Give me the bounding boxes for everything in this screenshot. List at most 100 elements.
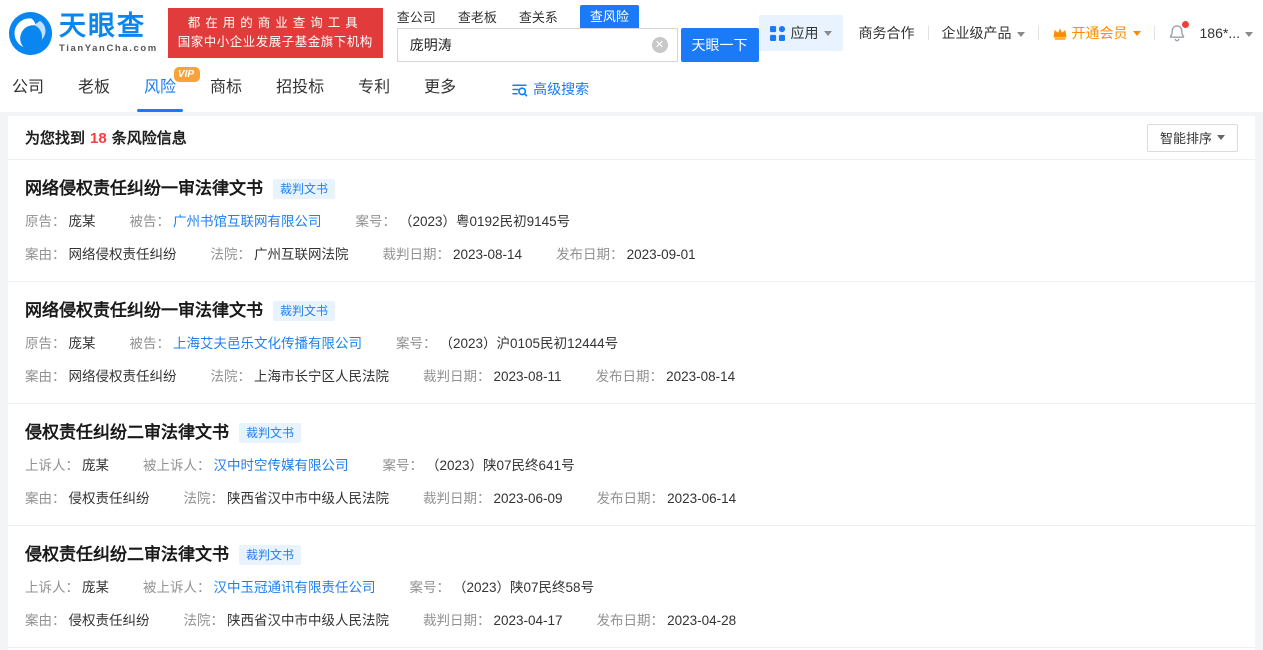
notification-dot: [1181, 21, 1189, 28]
account-phone: 186*...: [1199, 25, 1240, 41]
judgment-date-value: 2023-08-11: [493, 369, 562, 384]
judgment-date-label: 裁判日期：: [423, 491, 491, 506]
tianyancha-logo[interactable]: 天眼查 TianYanCha.com: [8, 11, 158, 56]
cause-value: 侵权责任纠纷: [68, 491, 150, 506]
publish-date-value: 2023-08-14: [666, 369, 736, 384]
nav-tab-trademark[interactable]: 商标: [210, 66, 242, 112]
advanced-search-label: 高级搜索: [533, 81, 590, 97]
card-meta-row: 案由： 侵权责任纠纷 法院： 陕西省汉中市中级人民法院 裁判日期： 2023-0…: [25, 612, 1238, 629]
case-number-label: 案号：: [355, 214, 397, 229]
promo-banner-line2: 国家中小企业发展子基金旗下机构: [177, 35, 373, 49]
publish-date-label: 发布日期：: [595, 369, 664, 384]
clear-input-icon[interactable]: ✕: [651, 36, 668, 53]
chevron-down-icon: [823, 30, 832, 36]
risk-card: 网络侵权责任纠纷一审法律文书 裁判文书 原告： 庞某 被告： 上海艾夫邑乐文化传…: [8, 282, 1255, 404]
search-tab-risk[interactable]: 查风险: [579, 4, 639, 28]
card-parties-row: 上诉人： 庞某 被上诉人： 汉中时空传媒有限公司 案号： （2023）陕07民终…: [25, 457, 1238, 474]
nav-tab-patent[interactable]: 专利: [358, 66, 390, 112]
court-value: 广州互联网法院: [254, 247, 349, 262]
case-number-pair: 案号： （2023）陕07民终58号: [410, 579, 595, 596]
court-value: 上海市长宁区人民法院: [254, 369, 389, 384]
court-value: 陕西省汉中市中级人民法院: [227, 613, 389, 628]
court-label: 法院：: [210, 369, 252, 384]
court-pair: 法院： 陕西省汉中市中级人民法院: [184, 612, 390, 629]
search-tab-boss[interactable]: 查老板: [458, 7, 497, 28]
defendant-label: 被告：: [129, 336, 171, 351]
top-header: 天眼查 TianYanCha.com 都在用的商业查询工具 国家中小企业发展子基…: [0, 0, 1263, 66]
plaintiff-pair: 上诉人： 庞某: [25, 579, 109, 596]
search-button[interactable]: 天眼一下: [680, 27, 759, 62]
results-count: 18: [90, 130, 107, 147]
case-number-value: （2023）陕07民终641号: [426, 458, 575, 473]
defendant-pair: 被告： 广州书馆互联网有限公司: [130, 213, 322, 230]
divider: [927, 26, 929, 40]
category-nav: 公司 老板 风险 VIP 商标 招投标 专利 更多 高级搜索: [0, 66, 1263, 112]
card-title[interactable]: 侵权责任纠纷二审法律文书: [25, 544, 229, 566]
publish-date-pair: 发布日期： 2023-04-28: [597, 612, 737, 629]
defendant-pair: 被上诉人： 汉中玉冠通讯有限责任公司: [143, 579, 376, 596]
apps-menu[interactable]: 应用: [758, 15, 843, 51]
plaintiff-value: 庞某: [68, 214, 96, 229]
business-cooperation-link[interactable]: 商务合作: [859, 23, 915, 43]
publish-date-label: 发布日期：: [596, 491, 665, 506]
account-menu[interactable]: 186*...: [1200, 25, 1253, 41]
court-pair: 法院： 陕西省汉中市中级人民法院: [184, 490, 390, 507]
nav-tab-risk[interactable]: 风险 VIP: [137, 66, 201, 112]
cause-value: 网络侵权责任纠纷: [68, 247, 177, 262]
open-vip-menu[interactable]: 开通会员: [1052, 23, 1141, 43]
publish-date-label: 发布日期：: [556, 247, 624, 262]
divider: [1153, 26, 1155, 40]
nav-tab-more[interactable]: 更多: [424, 66, 456, 112]
judgment-date-pair: 裁判日期： 2023-08-14: [383, 246, 523, 263]
defendant-company-link[interactable]: 汉中时空传媒有限公司: [214, 457, 349, 474]
card-parties-row: 原告： 庞某 被告： 上海艾夫邑乐文化传播有限公司 案号： （2023）沪010…: [25, 335, 1238, 352]
nav-tab-company[interactable]: 公司: [12, 66, 44, 112]
logo-title: 天眼查: [59, 10, 146, 41]
cause-label: 案由：: [25, 613, 66, 628]
cause-pair: 案由： 侵权责任纠纷: [25, 490, 150, 507]
plaintiff-value: 庞某: [68, 336, 96, 351]
defendant-company-link[interactable]: 广州书馆互联网有限公司: [173, 213, 322, 230]
smart-sort-dropdown[interactable]: 智能排序: [1146, 123, 1238, 152]
publish-date-value: 2023-09-01: [626, 247, 696, 262]
defendant-company-link[interactable]: 汉中玉冠通讯有限责任公司: [214, 579, 376, 596]
cause-pair: 案由： 网络侵权责任纠纷: [25, 246, 177, 263]
judgment-date-value: 2023-04-17: [493, 613, 563, 628]
plaintiff-pair: 上诉人： 庞某: [25, 457, 109, 474]
card-meta-row: 案由： 侵权责任纠纷 法院： 陕西省汉中市中级人民法院 裁判日期： 2023-0…: [25, 490, 1238, 507]
advanced-search-link[interactable]: 高级搜索: [511, 79, 589, 99]
search-tab-relation[interactable]: 查关系: [519, 7, 558, 28]
vip-badge: VIP: [173, 67, 201, 82]
logo-subtitle: TianYanCha.com: [59, 42, 158, 54]
judgment-date-label: 裁判日期：: [382, 247, 451, 262]
case-number-value: （2023）沪0105民初12444号: [439, 336, 619, 351]
enterprise-products-menu[interactable]: 企业级产品: [942, 23, 1025, 43]
search-tab-company[interactable]: 查公司: [397, 7, 436, 28]
cause-label: 案由：: [25, 491, 66, 506]
card-parties-row: 原告： 庞某 被告： 广州书馆互联网有限公司 案号： （2023）粤0192民初…: [25, 213, 1238, 230]
court-label: 法院：: [183, 613, 225, 628]
card-title[interactable]: 侵权责任纠纷二审法律文书: [25, 422, 229, 444]
card-title[interactable]: 网络侵权责任纠纷一审法律文书: [25, 178, 263, 200]
publish-date-pair: 发布日期： 2023-06-14: [597, 490, 737, 507]
search-area: 查公司 查老板 查关系 查风险 ✕ 天眼一下: [396, 4, 759, 62]
notifications-bell[interactable]: [1168, 21, 1189, 42]
card-title[interactable]: 网络侵权责任纠纷一审法律文书: [25, 300, 263, 322]
case-number-value: （2023）陕07民终58号: [453, 580, 595, 595]
court-pair: 法院： 广州互联网法院: [211, 246, 349, 263]
judgment-doc-badge: 裁判文书: [239, 544, 302, 566]
case-number-label: 案号：: [396, 336, 437, 351]
defendant-label: 被告：: [129, 214, 171, 229]
plaintiff-label: 上诉人：: [25, 580, 79, 595]
judgment-date-pair: 裁判日期： 2023-06-09: [423, 490, 563, 507]
plaintiff-value: 庞某: [82, 580, 109, 595]
defendant-label: 被上诉人：: [143, 580, 211, 595]
nav-tab-bidding[interactable]: 招投标: [276, 66, 324, 112]
defendant-company-link[interactable]: 上海艾夫邑乐文化传播有限公司: [173, 335, 362, 352]
judgment-date-value: 2023-08-14: [453, 247, 523, 262]
plaintiff-label: 原告：: [25, 336, 66, 351]
plaintiff-label: 上诉人：: [25, 458, 79, 473]
search-input[interactable]: [396, 27, 678, 62]
nav-tab-boss[interactable]: 老板: [78, 66, 110, 112]
risk-card: 侵权责任纠纷二审法律文书 裁判文书 上诉人： 庞某 被上诉人： 汉中玉冠通讯有限…: [8, 526, 1255, 648]
